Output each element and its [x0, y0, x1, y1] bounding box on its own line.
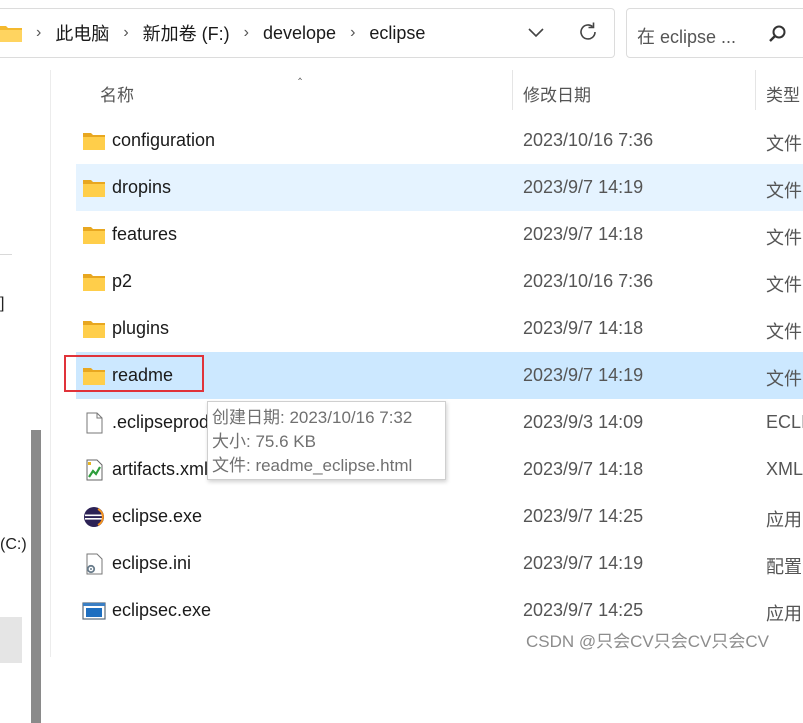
breadcrumb: › 此电脑 › 新加卷 (F:) › develope › eclipse — [0, 18, 425, 48]
nav-item-label[interactable]: ] — [0, 295, 4, 313]
chevron-right-icon: › — [350, 24, 356, 41]
file-date: 2023/9/7 14:18 — [523, 224, 644, 244]
file-date: 2023/9/7 14:18 — [523, 459, 644, 479]
search-box[interactable]: 在 eclipse ... — [626, 8, 803, 58]
file-name: configuration — [112, 130, 216, 150]
search-icon[interactable] — [767, 23, 789, 45]
file-type: 应用 — [766, 510, 802, 530]
nav-divider — [0, 254, 12, 255]
file-row-p2[interactable]: p2 2023/10/16 7:36 文件 — [76, 258, 803, 305]
breadcrumb-this-pc[interactable]: 此电脑 — [55, 20, 109, 46]
folder-icon — [83, 227, 105, 244]
file-type: 文件 — [766, 134, 802, 154]
file-type: XML — [766, 459, 803, 479]
sort-ascending-icon: ‸ — [298, 66, 303, 80]
file-name: dropins — [112, 177, 172, 197]
file-date: 2023/9/7 14:19 — [523, 365, 644, 385]
chevron-down-icon[interactable] — [526, 22, 546, 42]
nav-item-drive-c[interactable]: (C:) — [0, 536, 27, 554]
search-input[interactable]: 在 eclipse ... — [637, 23, 736, 49]
breadcrumb-drive-f[interactable]: 新加卷 (F:) — [143, 20, 230, 46]
file-name: plugins — [112, 318, 170, 338]
tooltip-size: 大小: 75.6 KB — [212, 432, 316, 451]
watermark: CSDN @只会CV只会CV只会CV — [526, 632, 769, 651]
file-date: 2023/10/16 7:36 — [523, 130, 654, 150]
file-date: 2023/9/7 14:25 — [523, 506, 644, 526]
file-date: 2023/9/3 14:09 — [523, 412, 644, 432]
file-type: 文件 — [766, 275, 802, 295]
file-date: 2023/10/16 7:36 — [523, 271, 654, 291]
toolbar: › 此电脑 › 新加卷 (F:) › develope › eclipse 在 … — [0, 0, 803, 66]
tooltip-files: 文件: readme_eclipse.html — [212, 456, 413, 475]
file-row-eclipse-exe[interactable]: eclipse.exe 2023/9/7 14:25 应用 — [76, 493, 803, 540]
file-date: 2023/9/7 14:25 — [523, 600, 644, 620]
folder-icon — [0, 26, 22, 42]
file-row-dropins[interactable]: dropins 2023/9/7 14:19 文件 — [76, 164, 803, 211]
tooltip-created: 创建日期: 2023/10/16 7:32 — [212, 408, 413, 427]
chevron-right-icon: › — [36, 24, 42, 41]
file-type: ECLI — [766, 412, 803, 432]
xml-file-icon — [86, 459, 103, 481]
file-date: 2023/9/7 14:19 — [523, 177, 644, 197]
navigation-pane: ] (C:) — [0, 66, 45, 723]
breadcrumb-eclipse[interactable]: eclipse — [369, 23, 425, 44]
pane-divider[interactable] — [50, 70, 51, 657]
file-date: 2023/9/7 14:19 — [523, 553, 644, 573]
console-app-icon — [82, 602, 106, 620]
file-type: 文件 — [766, 181, 802, 201]
file-name: features — [112, 224, 178, 244]
folder-icon — [83, 274, 105, 291]
highlight-annotation — [64, 355, 204, 392]
nav-item-selected[interactable] — [0, 617, 22, 663]
file-name: eclipse.ini — [112, 553, 192, 573]
document-icon — [86, 412, 103, 434]
file-name: p2 — [112, 271, 133, 291]
folder-icon — [83, 180, 105, 197]
config-file-icon — [86, 553, 103, 575]
column-type[interactable]: 类型 — [766, 81, 800, 106]
column-header: ‸ 名称 修改日期 类型 — [76, 66, 803, 112]
file-type: 文件 — [766, 322, 802, 342]
file-date: 2023/9/7 14:18 — [523, 318, 644, 338]
refresh-icon[interactable] — [576, 20, 600, 44]
column-separator[interactable] — [755, 70, 756, 110]
file-type: 应用 — [766, 604, 802, 624]
file-name: eclipse.exe — [112, 506, 203, 526]
file-type: 文件 — [766, 369, 802, 389]
chevron-right-icon: › — [123, 24, 129, 41]
column-separator[interactable] — [512, 70, 513, 110]
file-type: 配置 — [766, 557, 802, 577]
file-tooltip: 创建日期: 2023/10/16 7:32 大小: 75.6 KB 文件: re… — [207, 401, 446, 480]
eclipse-app-icon — [84, 507, 104, 527]
folder-icon — [83, 133, 105, 150]
column-name[interactable]: 名称 — [100, 81, 134, 106]
file-row-features[interactable]: features 2023/9/7 14:18 文件 — [76, 211, 803, 258]
folder-icon — [83, 321, 105, 338]
breadcrumb-develope[interactable]: develope — [263, 23, 336, 44]
file-name: eclipsec.exe — [112, 600, 212, 620]
chevron-right-icon: › — [243, 24, 249, 41]
nav-scrollbar[interactable] — [31, 430, 41, 723]
column-date-modified[interactable]: 修改日期 — [523, 81, 591, 106]
file-name: artifacts.xml — [112, 459, 209, 479]
file-type: 文件 — [766, 228, 802, 248]
file-row-eclipse-ini[interactable]: eclipse.ini 2023/9/7 14:19 配置 — [76, 540, 803, 587]
file-row-configuration[interactable]: configuration 2023/10/16 7:36 文件 — [76, 117, 803, 164]
file-row-plugins[interactable]: plugins 2023/9/7 14:18 文件 — [76, 305, 803, 352]
